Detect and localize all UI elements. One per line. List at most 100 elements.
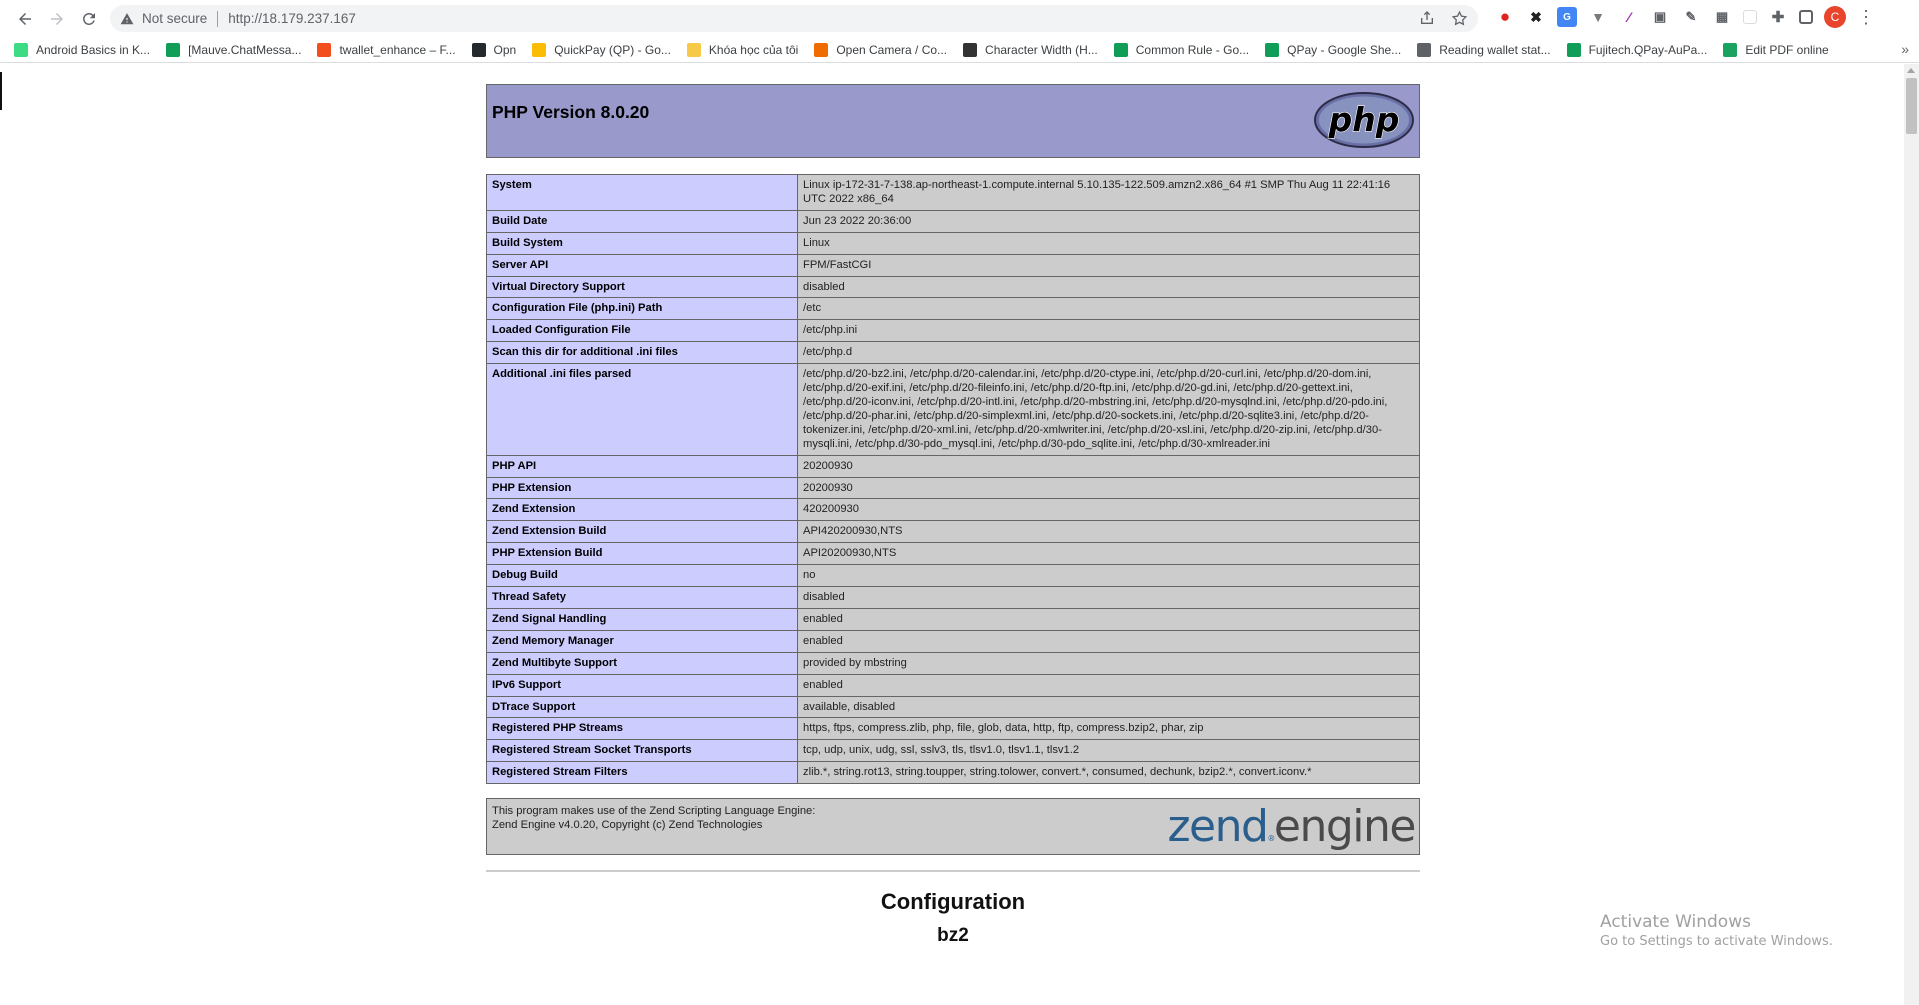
- profile-avatar[interactable]: C: [1824, 6, 1846, 28]
- sheets-icon: [1265, 42, 1280, 57]
- back-button[interactable]: [12, 6, 38, 32]
- bookmark-item[interactable]: QuickPay (QP) - Go...: [532, 42, 671, 57]
- table-row: PHP Extension 20200930: [486, 476, 1420, 500]
- table-row: Loaded Configuration File/etc/php.ini: [486, 319, 1420, 343]
- security-label[interactable]: Not secure: [142, 11, 207, 26]
- row-key: Build System: [486, 231, 798, 255]
- row-key: Registered PHP Streams: [486, 717, 798, 741]
- zend-logo-word: zend: [1167, 801, 1268, 853]
- row-value: https, ftps, compress.zlib, php, file, g…: [797, 717, 1420, 741]
- extensions-row: ● ✖ G ▼ ⁄ ▣ ✎ ▦ ✚ C ⋮: [1495, 6, 1875, 28]
- bookmark-item[interactable]: Fujitech.QPay-AuPa...: [1566, 42, 1707, 57]
- registered-mark-icon: ®: [1267, 834, 1275, 844]
- table-row: Configuration File (php.ini) Path/etc: [486, 297, 1420, 321]
- row-key: Additional .ini files parsed: [486, 363, 798, 456]
- zend-engine-box: This program makes use of the Zend Scrip…: [486, 798, 1420, 856]
- code-icon: [1417, 42, 1432, 57]
- php-version-title: PHP Version 8.0.20: [492, 102, 650, 122]
- bookmark-label: Common Rule - Go...: [1135, 42, 1250, 57]
- bookmark-item[interactable]: QPay - Google She...: [1265, 42, 1401, 57]
- d-icon: [963, 42, 978, 57]
- bookmark-item[interactable]: Android Basics in K...: [14, 42, 151, 57]
- address-bar[interactable]: Not secure http://18.179.237.167: [110, 5, 1478, 32]
- row-value: Linux: [797, 231, 1420, 255]
- pen-extension-icon[interactable]: ⁄: [1619, 7, 1639, 27]
- ninja-extension-icon[interactable]: ✖: [1526, 7, 1546, 27]
- row-value: /etc/php.ini: [797, 319, 1420, 343]
- qr-code-icon[interactable]: ▦: [1712, 7, 1732, 27]
- blank-extension-icon[interactable]: [1743, 10, 1757, 24]
- bookmark-label: Opn: [493, 42, 517, 57]
- row-key: System: [486, 174, 798, 211]
- sheets-icon: [1113, 42, 1128, 57]
- reload-button[interactable]: [76, 6, 102, 32]
- bookmark-label: [Mauve.ChatMessa...: [188, 42, 302, 57]
- forward-button[interactable]: [44, 6, 70, 32]
- module-heading-bz2[interactable]: bz2: [486, 925, 1420, 947]
- share-icon[interactable]: [1418, 9, 1436, 27]
- configuration-heading: Configuration: [880, 889, 1026, 915]
- screen-capture-icon[interactable]: ▣: [1650, 7, 1670, 27]
- bookmark-item[interactable]: [Mauve.ChatMessa...: [166, 42, 302, 57]
- vertical-scrollbar[interactable]: [1904, 64, 1919, 1005]
- menu-kebab-icon[interactable]: ⋮: [1857, 8, 1875, 26]
- row-key: Server API: [486, 253, 798, 277]
- table-row: Build Date Jun 23 2022 20:36:00: [486, 209, 1420, 233]
- row-key: Loaded Configuration File: [486, 319, 798, 343]
- arrow-right-icon: [51, 12, 63, 25]
- row-key: PHP Extension: [486, 476, 798, 500]
- table-row: PHP API 20200930: [486, 454, 1420, 478]
- text-cursor-marker: [0, 72, 2, 110]
- phpinfo-content: PHP Version 8.0.20 php System Linux ip-17…: [486, 84, 1420, 947]
- bookmark-item[interactable]: Open Camera / Co...: [814, 42, 947, 57]
- row-value: /etc: [797, 297, 1420, 321]
- php-header-bar: PHP Version 8.0.20 php: [486, 84, 1420, 158]
- reload-icon: [83, 12, 95, 25]
- bookmark-item[interactable]: twallet_enhance – F...: [317, 42, 456, 57]
- table-row: Zend Signal Handling enabled: [486, 607, 1420, 631]
- table-row: PHP Extension Build API20200930,NTS: [486, 542, 1420, 566]
- table-row: Zend Extension Build API420200930,NTS: [486, 520, 1420, 544]
- activate-windows-watermark: Activate Windows Go to Settings to activ…: [1600, 912, 1833, 949]
- bookmark-item[interactable]: Common Rule - Go...: [1113, 42, 1250, 57]
- row-key: Zend Multibyte Support: [486, 651, 798, 675]
- scroll-thumb[interactable]: [1906, 78, 1917, 134]
- bookmark-item[interactable]: Khóa học của tôi: [686, 42, 798, 57]
- row-value: API20200930,NTS: [797, 542, 1420, 566]
- table-row: Registered PHP Streams https, ftps, compr…: [486, 717, 1420, 741]
- scroll-up-icon[interactable]: [1907, 68, 1915, 73]
- bookmark-item[interactable]: Reading wallet stat...: [1417, 42, 1551, 57]
- section-divider: [486, 870, 1420, 873]
- page-viewport: PHP Version 8.0.20 php System Linux ip-17…: [0, 64, 1919, 1005]
- row-key: Build Date: [486, 209, 798, 233]
- sheets-icon: [1566, 42, 1581, 57]
- row-key: Registered Stream Socket Transports: [486, 739, 798, 763]
- bookmark-item[interactable]: Character Width (H...: [963, 42, 1098, 57]
- bookmark-item[interactable]: Edit PDF online: [1723, 42, 1829, 57]
- zend-engine-logo[interactable]: zend®engine: [1167, 801, 1416, 853]
- side-panel-icon[interactable]: [1799, 10, 1813, 24]
- row-key: Debug Build: [486, 564, 798, 588]
- row-value: FPM/FastCGI: [797, 253, 1420, 277]
- table-row: Additional .ini files parsed/etc/php.d/2…: [486, 363, 1420, 456]
- color-picker-icon[interactable]: ✎: [1681, 7, 1701, 27]
- table-row: Zend Memory Manager enabled: [486, 629, 1420, 653]
- bookmarks-more-icon[interactable]: »: [1901, 41, 1909, 57]
- php-logo-icon[interactable]: php: [1313, 90, 1415, 150]
- drive-icon: [532, 42, 547, 57]
- row-value: /etc/php.d: [797, 341, 1420, 365]
- table-row: Build System Linux: [486, 231, 1420, 255]
- vue-devtools-icon[interactable]: ▼: [1588, 7, 1608, 27]
- row-value: zlib.*, string.rot13, string.toupper, st…: [797, 761, 1420, 785]
- table-row: IPv6 Support enabled: [486, 673, 1420, 697]
- row-value: API420200930,NTS: [797, 520, 1420, 544]
- warning-icon[interactable]: [120, 11, 136, 27]
- translate-icon[interactable]: G: [1557, 7, 1577, 27]
- bookmark-label: Android Basics in K...: [36, 42, 151, 57]
- table-row: Server API FPM/FastCGI: [486, 253, 1420, 277]
- puzzle-icon[interactable]: ✚: [1768, 7, 1788, 27]
- star-icon[interactable]: [1450, 9, 1468, 27]
- opera-icon[interactable]: ●: [1495, 7, 1515, 27]
- url-text[interactable]: http://18.179.237.167: [228, 11, 356, 26]
- bookmark-item[interactable]: Opn: [471, 42, 517, 57]
